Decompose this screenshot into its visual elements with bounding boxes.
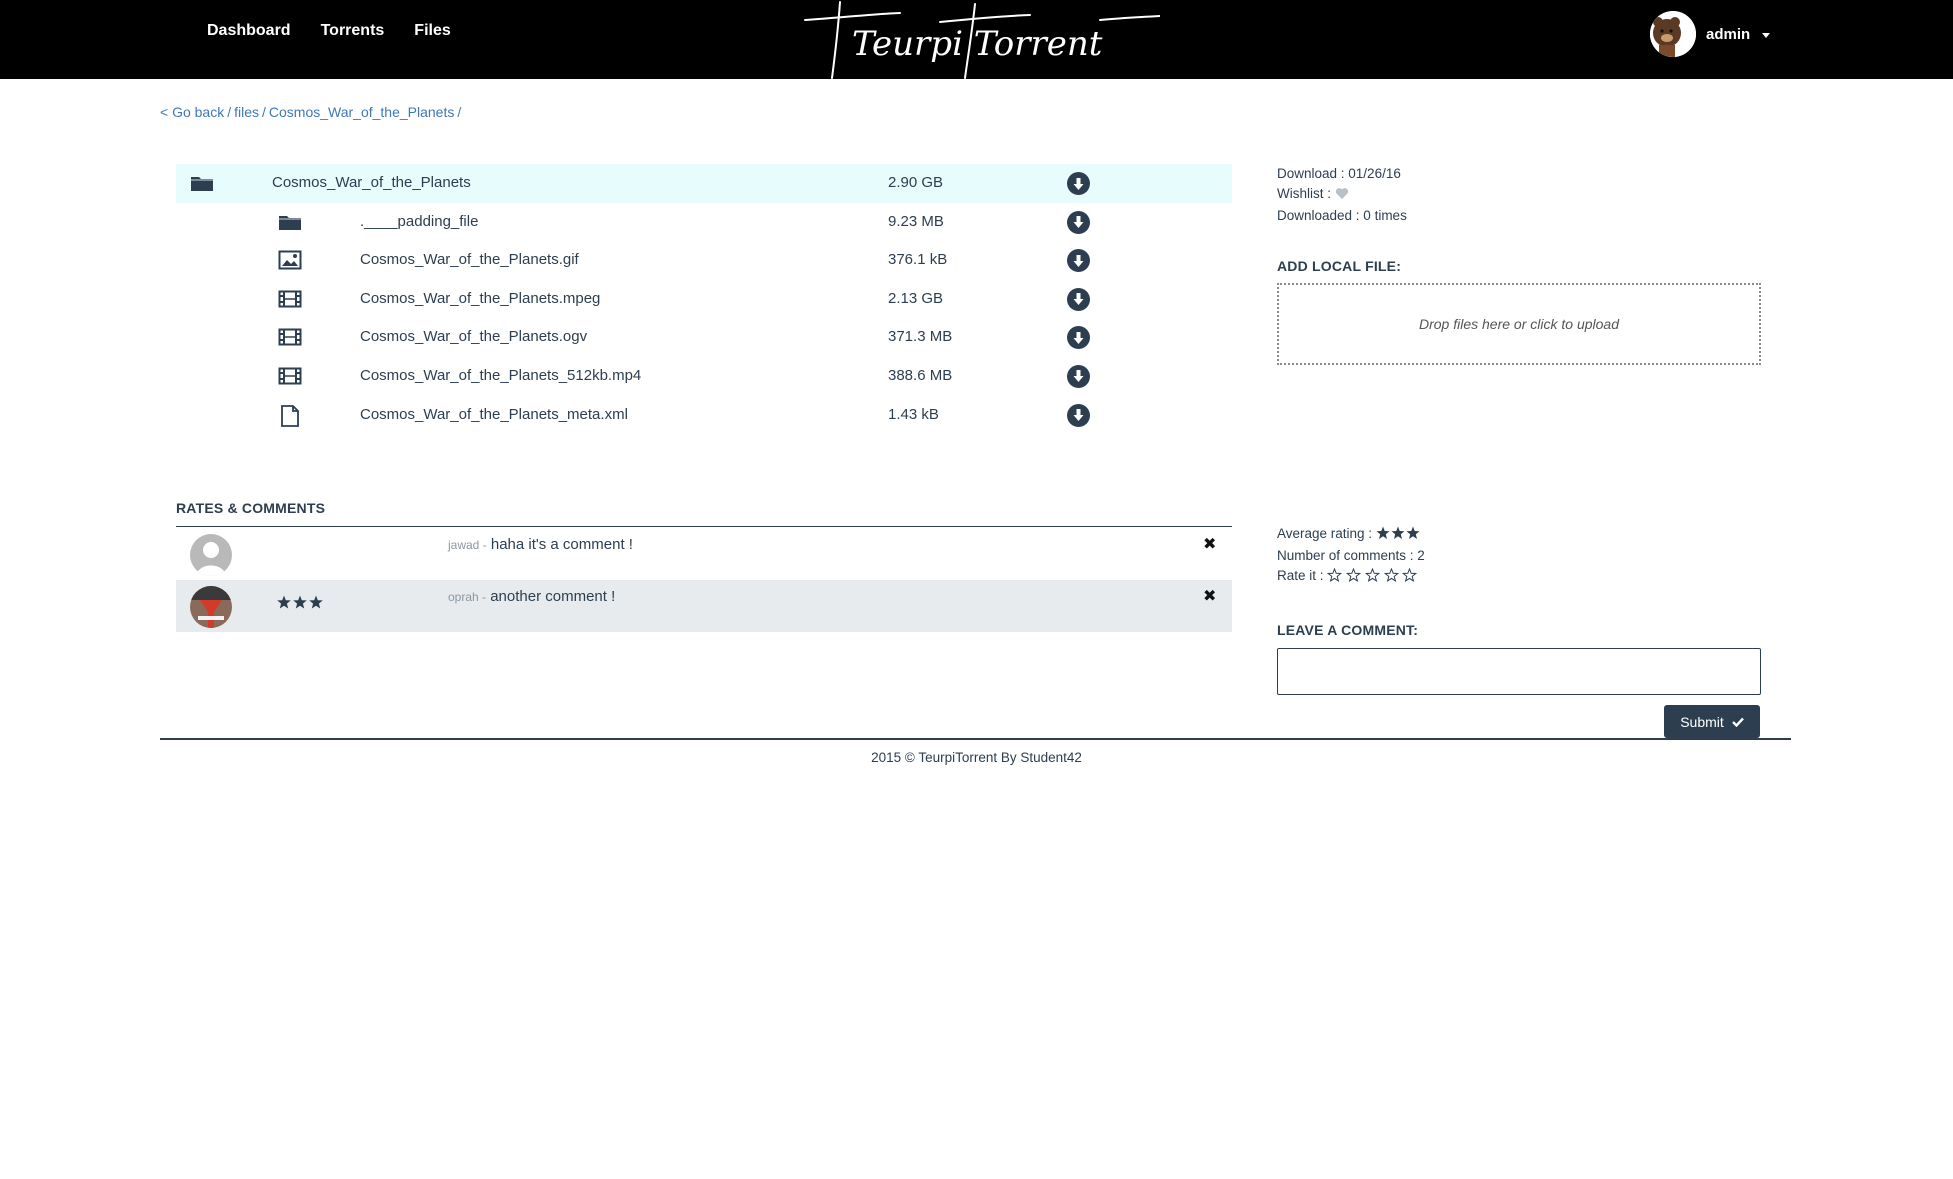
- film-icon: [278, 327, 302, 347]
- avatar: [190, 534, 232, 576]
- check-icon: [1731, 714, 1744, 730]
- comment-rating: [277, 595, 325, 615]
- rating-info: Average rating : Number of comments : 2 …: [1277, 524, 1425, 588]
- comment-input[interactable]: [1277, 648, 1761, 695]
- file-row[interactable]: Cosmos_War_of_the_Planets.ogv 371.3 MB: [176, 318, 1232, 357]
- comment-text-wrap: jawad - haha it's a comment !: [448, 536, 633, 553]
- rate-star-4-icon[interactable]: [1383, 567, 1399, 588]
- nav-dashboard[interactable]: Dashboard: [207, 22, 291, 40]
- svg-text:Teurpi Torrent: Teurpi Torrent: [852, 24, 1103, 64]
- divider: [176, 526, 1232, 527]
- file-size: 376.1 kB: [888, 251, 948, 269]
- file-name: Cosmos_War_of_the_Planets: [272, 174, 471, 191]
- file-name: Cosmos_War_of_the_Planets_512kb.mp4: [360, 366, 642, 384]
- go-back-link[interactable]: < Go back: [160, 104, 224, 120]
- brand-logo[interactable]: Teurpi Torrent: [800, 0, 1161, 79]
- file-size: 2.90 GB: [888, 174, 944, 191]
- average-rating-label: Average rating :: [1277, 526, 1373, 541]
- comment-count: Number of comments : 2: [1277, 548, 1425, 563]
- file-name: Cosmos_War_of_the_Planets.ogv: [360, 328, 588, 346]
- file-size: 371.3 MB: [888, 328, 953, 346]
- torrent-info: Download : 01/26/16 Wishlist : Downloade…: [1277, 164, 1407, 226]
- comment-text: another comment !: [490, 588, 616, 605]
- file-row[interactable]: Cosmos_War_of_the_Planets_meta.xml 1.43 …: [176, 396, 1232, 435]
- download-icon[interactable]: [1067, 364, 1090, 388]
- download-icon[interactable]: [1067, 210, 1090, 234]
- file-size: 2.13 GB: [888, 289, 944, 307]
- file-row[interactable]: Cosmos_War_of_the_Planets.gif 376.1 kB: [176, 241, 1232, 280]
- leave-comment-title: LEAVE A COMMENT:: [1277, 622, 1419, 638]
- download-icon[interactable]: [1067, 287, 1090, 311]
- rate-star-2-icon[interactable]: [1345, 567, 1362, 588]
- file-row[interactable]: Cosmos_War_of_the_Planets.mpeg 2.13 GB: [176, 280, 1232, 319]
- comment-user: jawad -: [448, 538, 487, 552]
- file-size: 388.6 MB: [888, 366, 953, 384]
- nav-links: Dashboard Torrents Files: [207, 22, 451, 40]
- average-rating-stars: [1376, 526, 1422, 546]
- downloaded-count: Downloaded : 0 times: [1277, 208, 1407, 223]
- upload-dropzone[interactable]: Drop files here or click to upload: [1277, 283, 1761, 365]
- rate-it-label: Rate it :: [1277, 568, 1324, 583]
- folder-icon: [190, 173, 214, 193]
- rate-star-3-icon[interactable]: [1364, 567, 1380, 588]
- file-name: Cosmos_War_of_the_Planets.gif: [360, 251, 579, 269]
- file-row[interactable]: Cosmos_War_of_the_Planets_512kb.mp4 388.…: [176, 357, 1232, 396]
- comment-row: jawad - haha it's a comment ! ✖: [176, 528, 1232, 580]
- breadcrumb: < Go back / files / Cosmos_War_of_the_Planet…: [160, 104, 462, 120]
- footer-prefix: 2015 ©: [871, 750, 919, 765]
- caret-down-icon: [1762, 32, 1771, 38]
- download-icon[interactable]: [1067, 172, 1090, 195]
- file-name: Cosmos_War_of_the_Planets.mpeg: [360, 289, 601, 307]
- comment-text-wrap: oprah - another comment !: [448, 588, 615, 605]
- add-local-file-title: ADD LOCAL FILE:: [1277, 258, 1402, 274]
- average-rating-row: Average rating :: [1277, 524, 1425, 546]
- user-name: admin: [1706, 25, 1751, 43]
- comment-user: oprah -: [448, 590, 487, 604]
- wishlist-label: Wishlist :: [1277, 186, 1331, 201]
- file-row[interactable]: .____padding_file 9.23 MB: [176, 203, 1232, 242]
- comment-row: oprah - another comment ! ✖: [176, 580, 1232, 632]
- file-size: 1.43 kB: [888, 405, 939, 423]
- rate-it-row: Rate it :: [1277, 566, 1425, 588]
- footer-suffix: By Student42: [997, 750, 1082, 765]
- submit-button[interactable]: Submit: [1664, 705, 1760, 738]
- download-date: Download : 01/26/16: [1277, 166, 1401, 181]
- nav-torrents[interactable]: Torrents: [321, 22, 385, 40]
- file-size: 9.23 MB: [888, 212, 944, 230]
- file-name: Cosmos_War_of_the_Planets_meta.xml: [360, 405, 628, 423]
- footer: 2015 © TeurpiTorrent By Student42: [0, 750, 1953, 765]
- breadcrumb-current[interactable]: Cosmos_War_of_the_Planets: [269, 104, 454, 120]
- comments-title: RATES & COMMENTS: [176, 500, 326, 516]
- file-name: .____padding_file: [360, 212, 479, 230]
- delete-comment-icon[interactable]: ✖: [1203, 586, 1216, 606]
- file-icon: [278, 404, 302, 427]
- rate-star-1-icon[interactable]: [1327, 567, 1343, 588]
- avatar: [1650, 11, 1696, 57]
- heart-icon[interactable]: [1335, 186, 1349, 206]
- wishlist-row: Wishlist :: [1277, 184, 1407, 206]
- footer-link[interactable]: TeurpiTorrent: [918, 750, 997, 765]
- top-navbar: Dashboard Torrents Files Teurpi Torrent: [0, 0, 1953, 79]
- avatar: [190, 586, 232, 628]
- delete-comment-icon[interactable]: ✖: [1203, 534, 1216, 554]
- rate-star-5-icon[interactable]: [1402, 567, 1418, 588]
- film-icon: [278, 289, 302, 309]
- image-icon: [278, 250, 302, 270]
- footer-divider: [160, 738, 1791, 740]
- submit-label: Submit: [1680, 713, 1724, 730]
- file-table: Cosmos_War_of_the_Planets 2.90 GB .____p…: [176, 164, 1232, 434]
- download-icon[interactable]: [1067, 403, 1090, 427]
- film-icon: [278, 366, 302, 386]
- nav-files[interactable]: Files: [414, 22, 450, 40]
- download-icon[interactable]: [1067, 249, 1090, 273]
- folder-icon: [278, 212, 302, 232]
- breadcrumb-files[interactable]: files: [234, 104, 259, 120]
- file-row-root[interactable]: Cosmos_War_of_the_Planets 2.90 GB: [176, 164, 1232, 203]
- user-menu[interactable]: admin: [1650, 11, 1771, 57]
- download-icon[interactable]: [1067, 326, 1090, 350]
- comment-text: haha it's a comment !: [490, 536, 633, 553]
